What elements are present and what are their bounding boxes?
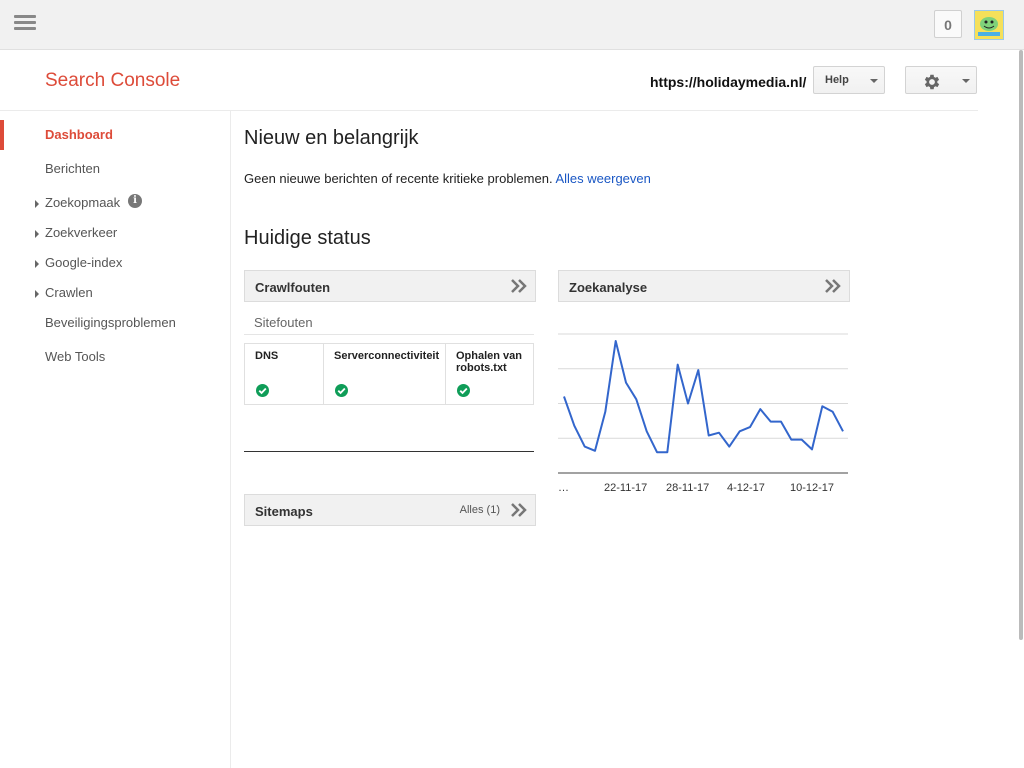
search-analytics-chart[interactable]: … 22-11-17 28-11-17 4-12-17 10-12-17: [558, 325, 850, 500]
expand-triangle-icon: [35, 290, 39, 298]
sidebar-item-label: Web Tools: [45, 349, 106, 364]
new-important-heading: Nieuw en belangrijk: [244, 127, 419, 149]
chevron-down-icon: [962, 79, 970, 83]
site-url[interactable]: https://holidaymedia.nl/: [650, 74, 806, 90]
sidebar: Dashboard Berichten Zoekopmaak i Zoekver…: [0, 110, 231, 768]
x-tick-label: …: [558, 482, 569, 494]
sidebar-item-label: Zoekverkeer: [45, 225, 118, 240]
sidebar-item-label: Berichten: [45, 161, 100, 176]
site-errors-label: Sitefouten: [254, 315, 313, 330]
robots-fetch-cell[interactable]: Ophalen van robots.txt: [446, 344, 533, 404]
top-bar: 0: [0, 0, 1024, 50]
account-avatar[interactable]: [974, 10, 1004, 40]
sitemaps-count: Alles (1): [459, 504, 500, 516]
x-tick-label: 22-11-17: [604, 482, 647, 494]
sidebar-item-label: Beveiligingsproblemen: [45, 315, 176, 330]
expand-triangle-icon: [35, 260, 39, 268]
series-line: [563, 340, 844, 454]
sidebar-item-web-tools[interactable]: Web Tools: [0, 342, 230, 372]
divider: [244, 451, 534, 452]
help-button[interactable]: Help: [813, 66, 885, 94]
check-circle-icon: [256, 384, 269, 397]
check-circle-icon: [457, 384, 470, 397]
sidebar-item-crawlen[interactable]: Crawlen: [0, 278, 230, 308]
sidebar-item-label: Google-index: [45, 255, 123, 270]
settings-button[interactable]: [905, 66, 977, 94]
notifications-button[interactable]: 0: [934, 10, 962, 38]
sidebar-item-berichten[interactable]: Berichten: [0, 154, 230, 184]
dns-label: DNS: [255, 350, 279, 362]
gear-icon: [924, 74, 940, 90]
server-connectivity-cell[interactable]: Serverconnectiviteit: [324, 344, 446, 404]
double-chevron-right-icon[interactable]: [510, 502, 528, 518]
header: Search Console https://holidaymedia.nl/ …: [0, 50, 978, 111]
search-console-logo[interactable]: Search Console: [45, 70, 180, 92]
sidebar-item-label: Crawlen: [45, 285, 93, 300]
help-label: Help: [825, 74, 849, 86]
sidebar-item-dashboard[interactable]: Dashboard: [0, 120, 230, 150]
dns-cell[interactable]: DNS: [245, 344, 324, 404]
search-analytics-header[interactable]: Zoekanalyse: [558, 270, 850, 302]
divider: [244, 334, 534, 335]
expand-triangle-icon: [35, 230, 39, 238]
sitemaps-title: Sitemaps: [255, 504, 313, 519]
double-chevron-right-icon[interactable]: [510, 278, 528, 294]
sidebar-item-label: Zoekopmaak: [45, 195, 121, 210]
sidebar-item-google-index[interactable]: Google-index: [0, 248, 230, 278]
server-connectivity-label: Serverconnectiviteit: [334, 350, 440, 362]
expand-triangle-icon: [35, 200, 39, 208]
double-chevron-right-icon[interactable]: [824, 278, 842, 294]
info-icon[interactable]: i: [128, 194, 142, 208]
new-messages-text: Geen nieuwe berichten of recente kritiek…: [244, 171, 651, 186]
show-all-link[interactable]: Alles weergeven: [555, 171, 650, 186]
crawl-errors-title: Crawlfouten: [255, 280, 331, 295]
current-status-heading: Huidige status: [244, 227, 371, 249]
scrollbar[interactable]: [1019, 50, 1023, 640]
check-circle-icon: [335, 384, 348, 397]
sidebar-item-zoekopmaak[interactable]: Zoekopmaak i: [0, 188, 230, 218]
sidebar-item-zoekverkeer[interactable]: Zoekverkeer: [0, 218, 230, 248]
chevron-down-icon: [870, 79, 878, 83]
menu-icon[interactable]: [14, 15, 36, 33]
search-analytics-title: Zoekanalyse: [569, 280, 648, 295]
x-tick-label: 10-12-17: [790, 482, 834, 494]
sitemaps-header[interactable]: Sitemaps Alles (1): [244, 494, 536, 526]
x-tick-label: 28-11-17: [666, 482, 709, 494]
sidebar-item-beveiligingsproblemen[interactable]: Beveiligingsproblemen: [0, 308, 230, 338]
robots-fetch-label: Ophalen van robots.txt: [456, 350, 523, 374]
sidebar-item-label: Dashboard: [45, 127, 113, 142]
site-errors-table: DNS Serverconnectiviteit Ophalen van rob…: [244, 343, 534, 405]
crawl-errors-header[interactable]: Crawlfouten: [244, 270, 536, 302]
x-tick-label: 4-12-17: [727, 482, 765, 494]
no-messages-text: Geen nieuwe berichten of recente kritiek…: [244, 171, 553, 186]
avatar-image: [975, 11, 1003, 39]
